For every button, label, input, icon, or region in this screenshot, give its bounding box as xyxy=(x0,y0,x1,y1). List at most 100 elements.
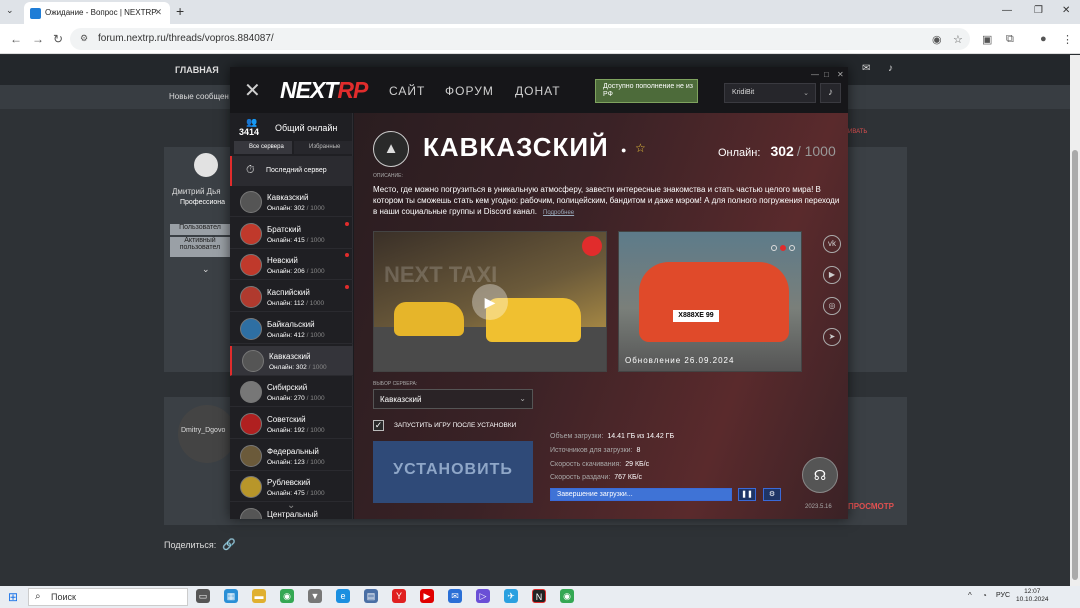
active-user-badge: Активный пользовател xyxy=(170,237,230,257)
taskbar-search[interactable]: ⌕ Поиск xyxy=(28,588,188,606)
yandex-icon[interactable]: Y xyxy=(392,589,406,603)
site-info-icon[interactable]: ⚙ xyxy=(80,33,88,44)
nextrp-app-icon[interactable]: N xyxy=(532,589,546,603)
topup-promo-button[interactable]: Доступно пополнение не из РФ xyxy=(595,79,698,103)
chrome-icon[interactable]: ◉ xyxy=(280,589,294,603)
video-preview[interactable]: NEXT TAXI ▶ xyxy=(373,231,607,372)
server-item[interactable]: Федеральный Онлайн: 123 / 1000 xyxy=(230,441,353,471)
translate-icon[interactable]: ▣ xyxy=(982,33,992,46)
settings-gear-icon[interactable]: ⚙ xyxy=(763,488,781,501)
update-preview[interactable]: Х888ХЕ 99 Обновление 26.09.2024 xyxy=(618,231,802,372)
store-icon[interactable]: ▦ xyxy=(224,589,238,603)
carousel-dots[interactable] xyxy=(768,238,795,256)
bookmark-star-icon[interactable]: ☆ xyxy=(953,33,963,46)
pause-icon[interactable]: ❚❚ xyxy=(738,488,756,501)
close-icon[interactable]: ✕ xyxy=(244,78,261,103)
language-indicator[interactable]: РУС xyxy=(996,592,1010,599)
watch-link[interactable]: ИВАТЬ xyxy=(848,129,867,135)
calculator-icon[interactable]: ▤ xyxy=(364,589,378,603)
tray-chevron-up-icon[interactable]: ^ xyxy=(968,591,972,600)
notifications-bell-icon[interactable]: ♪ xyxy=(820,83,841,103)
server-item[interactable]: Каспийский Онлайн: 112 / 1000 xyxy=(230,282,353,313)
alerts-bell-icon[interactable]: ♪ xyxy=(888,63,893,74)
bear-icon xyxy=(240,381,262,404)
server-item[interactable]: Байкальский Онлайн: 412 / 1000 xyxy=(230,314,353,344)
avatar[interactable] xyxy=(194,153,218,177)
chrome-icon[interactable]: ◉ xyxy=(560,589,574,603)
server-item[interactable]: Братский Онлайн: 415 / 1000 xyxy=(230,219,353,249)
extensions-icon[interactable]: ⧉ xyxy=(1006,33,1014,46)
mail-icon[interactable]: ✉ xyxy=(448,589,462,603)
install-button[interactable]: УСТАНОВИТЬ xyxy=(373,441,533,503)
online-count: 123 xyxy=(293,458,305,466)
close-window-icon[interactable]: ✕ xyxy=(837,70,844,79)
carousel-dot[interactable] xyxy=(771,245,777,251)
edge-icon[interactable]: e xyxy=(336,589,350,603)
chevron-down-icon[interactable]: ⌄ xyxy=(202,264,210,275)
online-max: 1000 xyxy=(310,490,325,498)
support-headset-icon[interactable]: ☊ xyxy=(802,457,838,493)
mail-icon[interactable]: ✉ xyxy=(862,63,870,74)
home-link[interactable]: ГЛАВНАЯ xyxy=(175,65,219,75)
tab-search-icon[interactable]: ⌄ xyxy=(6,5,14,16)
browser-tab[interactable]: Ожидание - Вопрос | NEXTRP ✕ xyxy=(24,2,170,24)
nextrp-badge-icon xyxy=(582,236,602,256)
maximize-icon[interactable]: □ xyxy=(824,70,829,79)
wifi-icon[interactable]: ◔ xyxy=(982,591,987,600)
tab-all-servers[interactable]: Все сервера xyxy=(234,141,292,154)
forward-icon[interactable]: → xyxy=(32,32,44,46)
nav-site[interactable]: САЙТ xyxy=(389,84,425,98)
favorite-star-icon[interactable]: ☆ xyxy=(635,141,646,155)
clock[interactable]: 12:07 10.10.2024 xyxy=(1016,588,1049,604)
minimize-icon[interactable]: — xyxy=(1002,5,1012,16)
page-scrollbar[interactable] xyxy=(1070,55,1080,586)
server-item[interactable]: Советский Онлайн: 192 / 1000 xyxy=(230,409,353,439)
close-window-icon[interactable]: ✕ xyxy=(1062,5,1070,16)
nav-donate[interactable]: ДОНАТ xyxy=(515,84,561,98)
media-icon[interactable]: ▷ xyxy=(476,589,490,603)
play-icon[interactable]: ▶ xyxy=(472,284,508,320)
chevron-down-icon[interactable]: ⌄ xyxy=(287,500,295,511)
nav-forum[interactable]: ФОРУМ xyxy=(445,84,494,98)
new-tab-icon[interactable]: + xyxy=(176,3,184,19)
launch-after-install-checkbox[interactable]: ✓ xyxy=(373,420,384,431)
carousel-dot-active[interactable] xyxy=(780,245,786,251)
server-item[interactable]: Рублевский Онлайн: 475 / 1000 xyxy=(230,472,353,503)
youtube-icon[interactable]: ▶ xyxy=(420,589,434,603)
stat-upload-speed: Скорость раздачи: 767 КБ/с xyxy=(550,474,642,481)
server-item[interactable]: Невский Онлайн: 206 / 1000 xyxy=(230,250,353,281)
server-item[interactable]: Кавказский Онлайн: 302 / 1000 xyxy=(230,345,353,376)
address-bar[interactable]: ⚙ forum.nextrp.ru/threads/vopros.884087/ xyxy=(70,28,970,50)
restore-icon[interactable]: ❐ xyxy=(1034,5,1043,16)
profile-icon[interactable]: ● xyxy=(1040,33,1047,45)
server-item[interactable]: Кавказский Онлайн: 302 / 1000 xyxy=(230,187,353,217)
scrollbar-thumb[interactable] xyxy=(1072,150,1078,580)
files-icon[interactable]: ▬ xyxy=(252,589,266,603)
carousel-dot[interactable] xyxy=(789,245,795,251)
vk-icon[interactable]: vk xyxy=(823,235,841,253)
server-item[interactable]: Сибирский Онлайн: 270 / 1000 xyxy=(230,377,353,408)
windows-start-icon[interactable]: ⊞ xyxy=(8,590,18,604)
close-tab-icon[interactable]: ✕ xyxy=(154,7,162,18)
online-max: 1000 xyxy=(309,300,325,308)
tab-favorites[interactable]: Избранные xyxy=(294,141,352,154)
discord-icon[interactable]: ◎ xyxy=(823,297,841,315)
share-link-icon[interactable]: 🔗 xyxy=(222,538,236,551)
account-select[interactable]: KridiBit ⌄ xyxy=(724,83,816,103)
server-select[interactable]: Кавказский ⌄ xyxy=(373,389,533,409)
messenger-icon[interactable]: ✈ xyxy=(504,589,518,603)
eye-off-icon[interactable]: ◉ xyxy=(932,33,942,46)
task-view-icon[interactable]: ▭ xyxy=(196,589,210,603)
preview-button[interactable]: ПРОСМОТР xyxy=(848,502,894,511)
more-link[interactable]: Подробнее xyxy=(543,210,574,216)
last-server-item[interactable]: ⏱ Последний сервер xyxy=(230,156,353,186)
new-messages-link[interactable]: Новые сообщен xyxy=(169,92,229,101)
app-icon[interactable]: ▼ xyxy=(308,589,322,603)
reload-icon[interactable]: ↻ xyxy=(53,32,63,46)
back-icon[interactable]: ← xyxy=(10,32,22,46)
telegram-icon[interactable]: ➤ xyxy=(823,328,841,346)
minimize-icon[interactable]: — xyxy=(811,70,819,79)
post-author[interactable]: Дмитрий Дья xyxy=(172,187,221,196)
youtube-icon[interactable]: ▶ xyxy=(823,266,841,284)
menu-icon[interactable]: ⋮ xyxy=(1062,33,1073,46)
